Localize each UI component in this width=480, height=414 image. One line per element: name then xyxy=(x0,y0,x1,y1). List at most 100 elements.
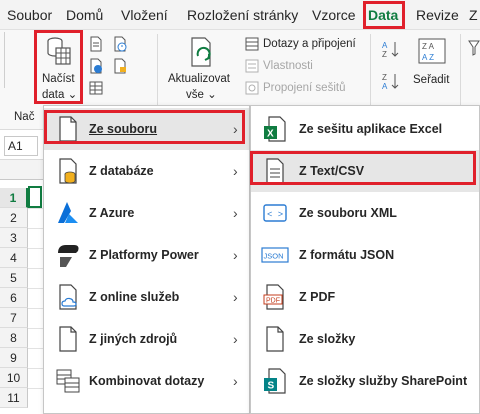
sort-za-icon[interactable]: ZA xyxy=(381,72,401,90)
menu-item-combine-queries[interactable]: Kombinovat dotazy › xyxy=(44,360,249,402)
svg-text:S: S xyxy=(268,381,275,392)
filter-icon[interactable] xyxy=(468,40,480,56)
selected-cell-a1[interactable] xyxy=(28,186,42,208)
svg-text:A: A xyxy=(382,82,388,90)
chevron-right-icon: › xyxy=(233,373,238,389)
file-icon xyxy=(59,116,77,142)
from-web-small-icon[interactable] xyxy=(88,58,104,74)
menu-item-from-file[interactable]: Ze souboru › xyxy=(44,108,249,150)
refresh-all-button[interactable]: Aktualizovat vše ⌄ xyxy=(166,32,236,104)
properties-button[interactable]: Vlastnosti xyxy=(263,59,313,73)
menu-item-from-folder[interactable]: Ze složky xyxy=(251,318,479,360)
text-csv-small-icon[interactable] xyxy=(88,36,104,52)
group-label-get-data: Nač xyxy=(14,111,35,123)
row-header[interactable]: 6 xyxy=(0,288,28,308)
menu-item-from-sharepoint-folder[interactable]: S Ze složky služby SharePoint xyxy=(251,360,479,402)
tab-vlozeni[interactable]: Vložení xyxy=(121,0,168,30)
workbook-links-button[interactable]: Propojení sešitů xyxy=(263,81,345,95)
sort-az-icon[interactable]: AZ xyxy=(381,40,401,58)
chevron-right-icon: › xyxy=(233,289,238,305)
menu-item-label: Z Platformy Power xyxy=(89,248,199,262)
menu-item-label: Kombinovat dotazy xyxy=(89,374,205,388)
queries-connections-icon xyxy=(245,37,259,51)
name-box[interactable]: A1 xyxy=(4,136,38,156)
row-header[interactable]: 4 xyxy=(0,248,28,268)
chevron-right-icon: › xyxy=(233,121,238,137)
menu-item-label: Z PDF xyxy=(299,290,336,304)
chevron-right-icon: › xyxy=(233,331,238,347)
existing-connections-icon[interactable] xyxy=(112,58,128,74)
menu-item-label: Ze složky xyxy=(299,332,356,346)
tab-rozlozeni-stranky[interactable]: Rozložení stránky xyxy=(187,0,298,30)
refresh-label-2: vše ⌄ xyxy=(186,89,217,101)
from-table-small-icon[interactable] xyxy=(88,80,104,96)
chevron-right-icon: › xyxy=(233,205,238,221)
menu-item-label: Z jiných zdrojů xyxy=(89,332,178,346)
ribbon-separator xyxy=(370,34,371,116)
get-data-label-2: data ⌄ xyxy=(42,89,78,101)
menu-item-from-json[interactable]: JSON Z formátu JSON xyxy=(251,234,479,276)
folder-icon xyxy=(266,326,284,352)
tab-data[interactable]: Data xyxy=(368,0,398,30)
chevron-down-icon: ⌄ xyxy=(207,89,217,101)
menu-item-from-xml[interactable]: < > Ze souboru XML xyxy=(251,192,479,234)
svg-text:Z: Z xyxy=(382,50,387,58)
text-file-icon xyxy=(266,158,284,184)
pdf-icon: PDF xyxy=(263,284,284,310)
row-header[interactable]: 5 xyxy=(0,268,28,288)
sharepoint-folder-icon: S xyxy=(264,368,286,394)
menu-item-from-power-platform[interactable]: Z Platformy Power › xyxy=(44,234,249,276)
sort-dialog-icon[interactable]: Z A A Z xyxy=(418,38,446,64)
row-header[interactable]: 11 xyxy=(0,388,28,408)
menu-item-label: Z formátu JSON xyxy=(299,248,395,262)
row-header[interactable]: 1 xyxy=(0,188,28,208)
row-header[interactable]: 2 xyxy=(0,208,28,228)
row-header[interactable]: 3 xyxy=(0,228,28,248)
ribbon-separator xyxy=(157,34,158,116)
queries-connections-button[interactable]: Dotazy a připojení xyxy=(263,37,356,51)
menu-item-from-other-sources[interactable]: Z jiných zdrojů › xyxy=(44,318,249,360)
menu-item-label: Z online služeb xyxy=(89,290,180,304)
row-header[interactable]: 9 xyxy=(0,348,28,368)
cloud-file-icon xyxy=(59,284,77,310)
ribbon-tab-bar: Soubor Domů Vložení Rozložení stránky Vz… xyxy=(0,0,480,30)
menu-item-label: Z databáze xyxy=(89,164,154,178)
svg-text:JSON: JSON xyxy=(264,252,284,261)
svg-text:Z A: Z A xyxy=(422,42,435,51)
database-icon xyxy=(59,158,77,184)
menu-item-label: Z Text/CSV xyxy=(299,164,365,178)
row-header[interactable]: 7 xyxy=(0,308,28,328)
tab-soubor[interactable]: Soubor xyxy=(7,0,52,30)
get-data-menu: Ze souboru › Z databáze › Z Azure › Z Pl… xyxy=(43,105,250,414)
menu-item-from-database[interactable]: Z databáze › xyxy=(44,150,249,192)
tab-domu[interactable]: Domů xyxy=(66,0,103,30)
menu-item-from-pdf[interactable]: PDF Z PDF xyxy=(251,276,479,318)
tab-vzorce[interactable]: Vzorce xyxy=(312,0,356,30)
database-table-icon xyxy=(47,37,71,65)
tab-more[interactable]: Z xyxy=(469,0,478,30)
chevron-right-icon: › xyxy=(233,163,238,179)
row-header[interactable]: 8 xyxy=(0,328,28,348)
svg-text:A: A xyxy=(382,41,388,50)
power-platform-icon xyxy=(58,245,79,267)
menu-item-from-online-services[interactable]: Z online služeb › xyxy=(44,276,249,318)
menu-item-label: Ze sešitu aplikace Excel xyxy=(299,122,443,136)
properties-icon xyxy=(245,59,259,73)
tab-revize[interactable]: Revize xyxy=(416,0,459,30)
menu-item-from-text-csv[interactable]: Z Text/CSV xyxy=(251,150,479,192)
get-data-label-1: Načíst xyxy=(42,73,75,85)
sort-button[interactable]: Seřadit xyxy=(413,73,449,87)
recent-sources-icon[interactable] xyxy=(112,36,128,52)
from-file-submenu: X Ze sešitu aplikace Excel Z Text/CSV < … xyxy=(250,105,480,414)
menu-item-label: Ze souboru XML xyxy=(299,206,397,220)
refresh-icon xyxy=(191,37,211,67)
row-header[interactable]: 10 xyxy=(0,368,28,388)
ribbon-left-edge xyxy=(4,32,12,88)
menu-item-from-azure[interactable]: Z Azure › xyxy=(44,192,249,234)
ribbon-separator xyxy=(460,34,461,116)
json-icon: JSON xyxy=(261,247,289,263)
refresh-label-1: Aktualizovat xyxy=(168,73,231,85)
get-data-button[interactable]: Načíst data ⌄ xyxy=(36,32,81,104)
menu-item-from-excel-workbook[interactable]: X Ze sešitu aplikace Excel xyxy=(251,108,479,150)
svg-text:< >: < > xyxy=(267,210,283,220)
